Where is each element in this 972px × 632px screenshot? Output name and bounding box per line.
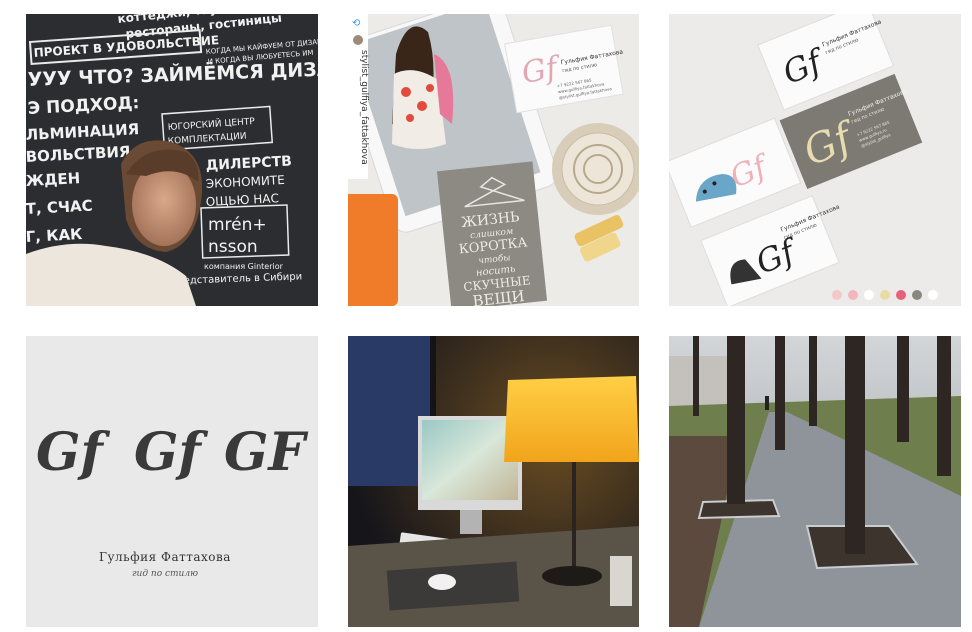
- logo-variant-1: Gf: [36, 422, 110, 483]
- chalk-line: компания Ginterior: [204, 262, 284, 271]
- palette-swatch: [864, 290, 874, 300]
- gallery-tile-flatlay[interactable]: ⟲ stylist_gulfiya_fattakhova Gf Гульфия …: [348, 14, 639, 306]
- brand-name: Гульфия Фаттахова: [99, 550, 231, 564]
- gallery-tile-chalkboard[interactable]: коттеджи, таунхаусы, рестораны, гостиниц…: [26, 14, 318, 306]
- orange-wallet: [348, 194, 398, 306]
- brand-role: гид по стилю: [132, 569, 198, 579]
- chalk-line: Г, КАК: [26, 225, 83, 246]
- palette-swatch: [848, 290, 858, 300]
- gallery-tile-park[interactable]: [669, 336, 961, 627]
- repost-username: stylist_gulfiya_fattakhova: [359, 50, 369, 165]
- logo-variant-3: GF: [224, 422, 308, 483]
- logo-variant-2: Gf: [134, 422, 208, 483]
- chalk-line: Т, СЧАС: [26, 197, 93, 218]
- palette-swatch: [928, 290, 938, 300]
- book-cover: ЖИЗНЬ слишком КОРОТКА чтобы носить СКУЧН…: [436, 161, 548, 306]
- chalk-line: mrén+: [208, 215, 267, 235]
- palette-swatch: [912, 290, 922, 300]
- gallery-tile-desk[interactable]: [348, 336, 639, 627]
- palette-swatch: [880, 290, 890, 300]
- gallery-tile-business-cards[interactable]: Gf Гульфия Фаттахова гид по стилю Gf Gf …: [669, 14, 961, 306]
- chalk-line: nsson: [208, 237, 258, 257]
- palette-swatch: [832, 290, 842, 300]
- chalk-line: ЖДЕН: [26, 169, 81, 190]
- palette-swatch: [896, 290, 906, 300]
- repost-icon: ⟲: [352, 18, 361, 29]
- gallery-tile-logos[interactable]: Gf Gf GF Гульфия Фаттахова гид по стилю: [26, 336, 318, 627]
